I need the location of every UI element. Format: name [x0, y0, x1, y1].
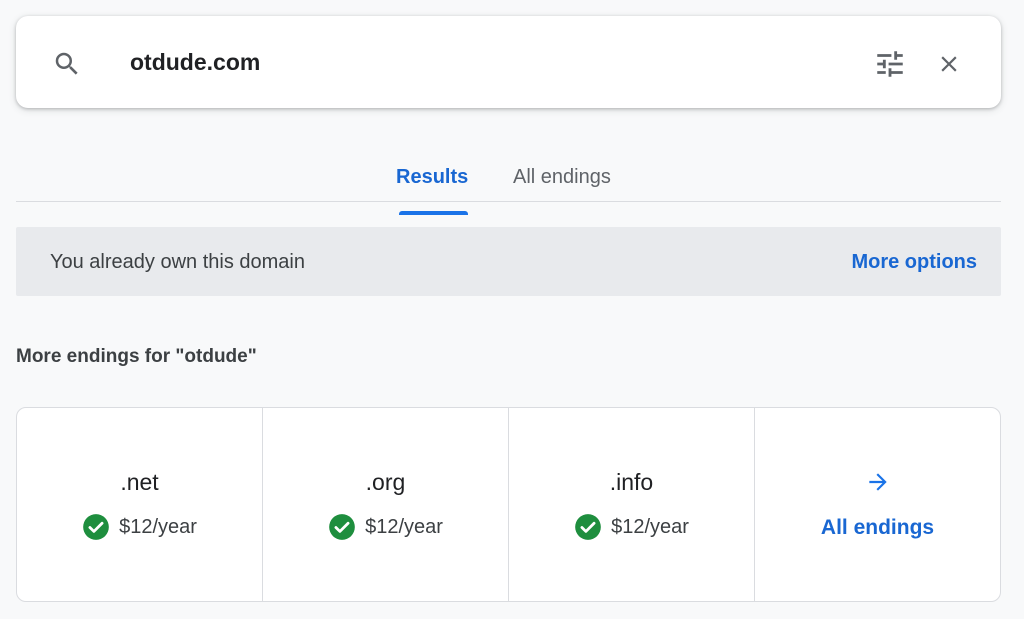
price-row: $12/year: [17, 513, 262, 541]
ending-name: .org: [365, 469, 406, 495]
active-tab-indicator: [399, 211, 469, 215]
ownership-banner: You already own this domain More options: [16, 227, 1001, 296]
endings-grid: .net $12/year .org $12/year .info $12/ye…: [16, 407, 1001, 602]
check-circle-icon: [83, 514, 109, 540]
ending-name: .info: [609, 469, 654, 495]
search-input[interactable]: [130, 42, 690, 82]
tab-all-endings-label: All endings: [513, 166, 611, 188]
tab-results[interactable]: Results: [396, 165, 469, 215]
ending-card-net[interactable]: .net $12/year: [17, 408, 263, 601]
ending-card-info[interactable]: .info $12/year: [509, 408, 755, 601]
search-bar: [16, 16, 1001, 108]
close-icon[interactable]: [936, 51, 962, 77]
arrow-right-icon: [868, 473, 887, 491]
all-endings-card[interactable]: All endings: [755, 408, 1000, 601]
ending-name: .net: [120, 469, 159, 495]
all-endings-link[interactable]: All endings: [755, 515, 1000, 541]
ending-price: $12/year: [365, 516, 443, 538]
tab-bar: Results All endings: [16, 150, 1001, 215]
ownership-message: You already own this domain: [50, 251, 305, 273]
ending-card-org[interactable]: .org $12/year: [263, 408, 509, 601]
ending-price: $12/year: [119, 516, 197, 538]
ending-price: $12/year: [611, 516, 689, 538]
tab-all-endings[interactable]: All endings: [513, 165, 611, 189]
search-icon[interactable]: [52, 49, 82, 79]
tab-results-label: Results: [396, 166, 469, 188]
price-row: $12/year: [509, 513, 754, 541]
more-endings-heading: More endings for "otdude": [16, 346, 257, 367]
price-row: $12/year: [263, 513, 508, 541]
check-circle-icon: [575, 514, 601, 540]
more-options-link[interactable]: More options: [851, 250, 977, 274]
check-circle-icon: [329, 514, 355, 540]
tune-icon[interactable]: [873, 47, 907, 81]
